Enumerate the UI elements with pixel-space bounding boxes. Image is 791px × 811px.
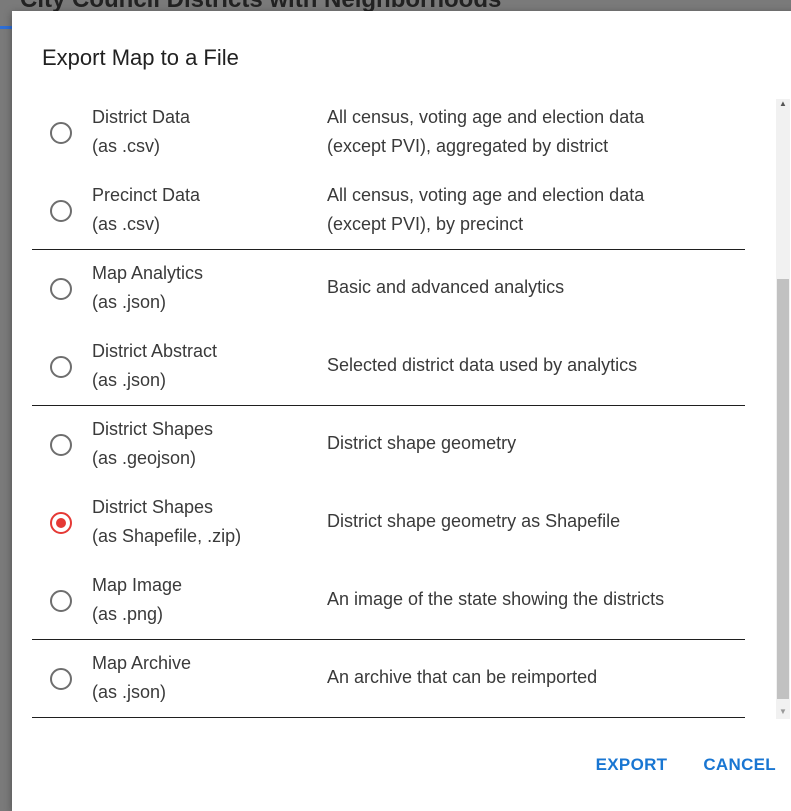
option-name: Map Image (as .png)	[92, 575, 183, 624]
dialog-title: Export Map to a File	[42, 45, 239, 70]
option-description: District shape geometry	[327, 433, 517, 453]
option-name: District Shapes (as Shapefile, .zip)	[92, 497, 242, 546]
radio-button[interactable]	[50, 122, 72, 144]
option-name: District Data (as .csv)	[92, 107, 191, 156]
dialog-actions: EXPORT CANCEL	[596, 755, 776, 775]
export-button[interactable]: EXPORT	[596, 755, 668, 775]
radio-button[interactable]	[50, 278, 72, 300]
option-district-data[interactable]: District Data (as .csv) All census, votin…	[32, 94, 745, 172]
option-description: District shape geometry as Shapefile	[327, 511, 621, 531]
option-map-analytics[interactable]: Map Analytics (as .json) Basic and advanc…	[32, 250, 745, 328]
option-name: Map Analytics (as .json)	[92, 263, 204, 312]
option-description: An archive that can be reimported	[327, 667, 598, 687]
radio-button[interactable]	[50, 200, 72, 222]
option-description: All census, voting age and election data…	[327, 107, 645, 156]
scroll-down-arrow-icon[interactable]: ▼	[779, 707, 787, 716]
option-map-archive[interactable]: Map Archive (as .json) An archive that ca…	[32, 640, 745, 718]
option-name: Precinct Data (as .csv)	[92, 185, 201, 234]
option-district-abstract[interactable]: District Abstract (as .json) Selected dis…	[32, 328, 745, 406]
option-description: Basic and advanced analytics	[327, 277, 565, 297]
radio-button[interactable]	[50, 668, 72, 690]
radio-button[interactable]	[50, 434, 72, 456]
radio-button-selected[interactable]	[50, 512, 72, 534]
option-description: An image of the state showing the distri…	[327, 589, 665, 609]
option-district-shapes-shapefile[interactable]: District Shapes (as Shapefile, .zip) Dist…	[32, 484, 745, 562]
option-description: All census, voting age and election data…	[327, 185, 645, 234]
option-name: District Shapes (as .geojson)	[92, 419, 214, 468]
scroll-up-arrow-icon[interactable]: ▲	[779, 99, 787, 108]
option-name: Map Archive (as .json)	[92, 653, 192, 702]
option-district-shapes-geojson[interactable]: District Shapes (as .geojson) District sh…	[32, 406, 745, 484]
scrollbar-thumb[interactable]	[777, 279, 789, 699]
option-map-image[interactable]: Map Image (as .png) An image of the state…	[32, 562, 745, 640]
radio-button[interactable]	[50, 590, 72, 612]
export-options-list: District Data (as .csv) All census, votin…	[32, 94, 745, 718]
radio-button[interactable]	[50, 356, 72, 378]
option-precinct-data[interactable]: Precinct Data (as .csv) All census, votin…	[32, 172, 745, 250]
export-dialog: Export Map to a File District Data (as .c…	[12, 11, 791, 811]
scrollbar[interactable]: ▲ ▼	[776, 99, 790, 719]
option-name: District Abstract (as .json)	[92, 341, 218, 390]
option-description: Selected district data used by analytics	[327, 355, 638, 375]
cancel-button[interactable]: CANCEL	[703, 755, 776, 775]
